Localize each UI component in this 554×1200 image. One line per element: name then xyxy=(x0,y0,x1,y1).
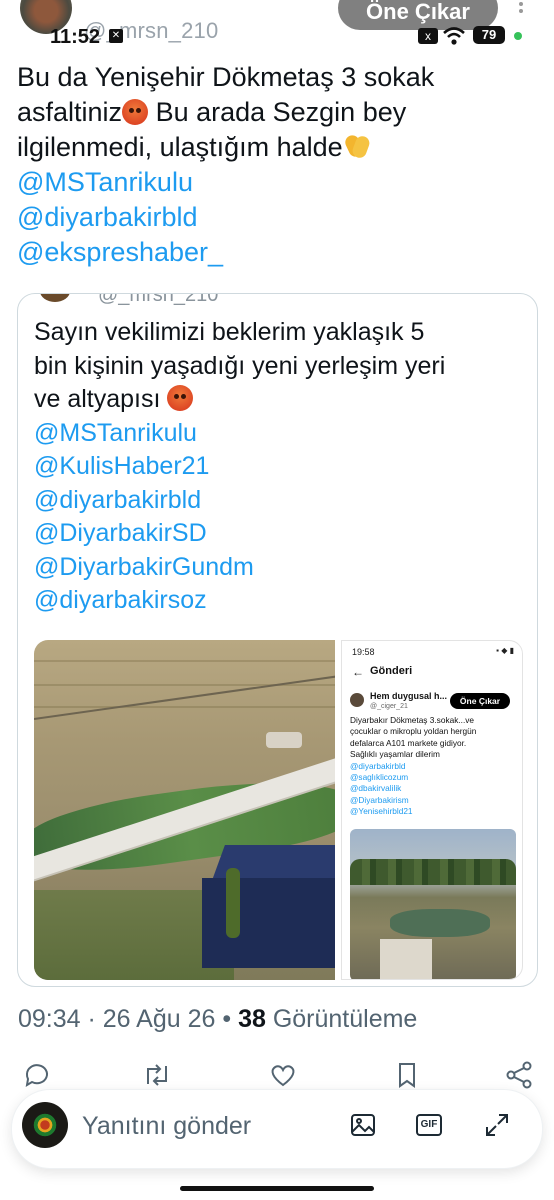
author-handle[interactable]: @_mrsn_210 xyxy=(84,18,218,44)
mention-link[interactable]: @diyarbakirbld xyxy=(34,484,528,518)
status-time: 11:52 xyxy=(50,26,101,48)
embedded-mention: @Diyarbakirism xyxy=(350,794,409,805)
tweet-text: Bu da Yenişehir Dökmetaş 3 sokak asfalti… xyxy=(17,60,537,270)
embedded-mention: @Yenisehirbld21 xyxy=(350,806,413,817)
embedded-tweet-text: Diyarbakır Dökmetaş 3.sokak...ve çocukla… xyxy=(350,715,520,818)
quoted-photo-aerial[interactable] xyxy=(34,640,335,980)
clapping-hands-icon xyxy=(342,132,372,160)
quoted-line: ve altyapısı xyxy=(34,385,161,413)
embedded-photo xyxy=(350,829,516,979)
mention-link[interactable]: @MSTanrikulu xyxy=(17,165,537,200)
bookmark-icon[interactable] xyxy=(392,1060,426,1094)
quoted-line: bin kişinin yaşadığı yeni yerleşim yeri xyxy=(34,351,446,380)
mention-link[interactable]: @KulisHaber21 xyxy=(34,450,528,484)
tweet-time: 09:34 xyxy=(18,1005,81,1033)
quoted-author-handle: @_mrsn_210 xyxy=(98,293,219,306)
notification-badge: x xyxy=(418,28,438,44)
embedded-author-name: Hem duygusal h... xyxy=(370,691,448,701)
mention-link[interactable]: @DiyarbakirSD xyxy=(34,517,528,551)
tweet-line: asfaltiniz xyxy=(17,97,123,127)
angry-face-icon xyxy=(122,99,149,125)
embedded-status-time: 19:58 xyxy=(352,647,375,657)
views-label[interactable]: Görüntüleme xyxy=(266,1005,418,1033)
meta-bullet: • xyxy=(215,1005,239,1033)
action-bar xyxy=(0,1060,554,1094)
user-avatar xyxy=(22,1102,68,1148)
share-icon[interactable] xyxy=(504,1060,538,1094)
embedded-avatar xyxy=(350,693,364,707)
tweet-line: Bu da Yenişehir Dökmetaş 3 sokak xyxy=(17,62,435,92)
embedded-highlight-button: Öne Çıkar xyxy=(450,693,510,709)
embedded-page-title: Gönderi xyxy=(370,665,413,677)
quoted-photo-screenshot[interactable]: 19:58 ▪ ◆ ▮ ← Gönderi Hem duygusal h... … xyxy=(341,640,523,980)
more-icon[interactable] xyxy=(516,0,526,20)
mention-link[interactable]: @DiyarbakirGundm xyxy=(34,551,528,585)
privacy-dot xyxy=(514,32,522,40)
wifi-icon xyxy=(443,27,465,45)
expand-icon[interactable] xyxy=(482,1110,514,1142)
home-indicator[interactable] xyxy=(180,1186,374,1191)
x-app-icon: ✕ xyxy=(109,29,123,43)
reply-input[interactable]: Yanıtını gönder xyxy=(82,1112,251,1141)
like-icon[interactable] xyxy=(268,1060,302,1094)
reply-icon[interactable] xyxy=(22,1060,56,1094)
highlight-button[interactable]: Öne Çıkar xyxy=(338,0,498,30)
embedded-line: defalarca A101 markete gidiyor. xyxy=(350,737,467,748)
mention-link[interactable]: @diyarbakirbld xyxy=(17,200,537,235)
reply-composer[interactable]: Yanıtını gönder GIF xyxy=(12,1090,542,1168)
embedded-line: çocuklar o mikroplu yoldan hergün xyxy=(350,726,477,737)
tweet-line: Bu arada Sezgin bey xyxy=(155,97,407,127)
embedded-mention: @diyarbakirbld xyxy=(350,760,406,771)
mention-link[interactable]: @MSTanrikulu xyxy=(34,417,528,451)
quoted-tweet-text: Sayın vekilimizi beklerim yaklaşık 5 bin… xyxy=(34,316,528,618)
back-arrow-icon: ← xyxy=(352,665,364,679)
meta-separator: · xyxy=(80,1005,103,1033)
battery-indicator: 79 xyxy=(473,26,505,44)
tweet-date: 26 Ağu 26 xyxy=(102,1005,216,1033)
quoted-tweet-card[interactable]: @_mrsn_210 Sayın vekilimizi beklerim yak… xyxy=(17,293,538,987)
retweet-icon[interactable] xyxy=(142,1060,176,1094)
angry-face-icon xyxy=(167,385,194,411)
header: @_mrsn_210 11:52 ✕ Öne Çıkar x 79 xyxy=(0,0,554,56)
embedded-mention: @saglıklicozum xyxy=(350,772,409,783)
embedded-mention: @dbakirvalilik xyxy=(350,783,402,794)
mention-link[interactable]: @ekspreshaber_ xyxy=(17,235,537,270)
tweet-meta: 09:34 · 26 Ağu 26 • 38 Görüntüleme xyxy=(18,1005,417,1034)
gif-button[interactable]: GIF xyxy=(416,1110,448,1142)
mention-link[interactable]: @diyarbakirsoz xyxy=(34,584,528,618)
tweet-line: ilgilenmedi, ulaştığım halde xyxy=(17,132,343,162)
views-count[interactable]: 38 xyxy=(238,1005,266,1033)
embedded-author-handle: @_ciger_21 xyxy=(370,703,408,710)
embedded-line: Sağlıklı yaşamlar dilerim xyxy=(350,749,440,760)
embedded-line: Diyarbakır Dökmetaş 3.sokak...ve xyxy=(350,715,475,725)
quoted-line: Sayın vekilimizi beklerim yaklaşık 5 xyxy=(34,318,425,346)
quoted-author-avatar xyxy=(40,294,70,302)
gif-icon: GIF xyxy=(416,1114,442,1136)
embedded-status-icons: ▪ ◆ ▮ xyxy=(496,646,514,655)
image-icon[interactable] xyxy=(348,1110,380,1142)
